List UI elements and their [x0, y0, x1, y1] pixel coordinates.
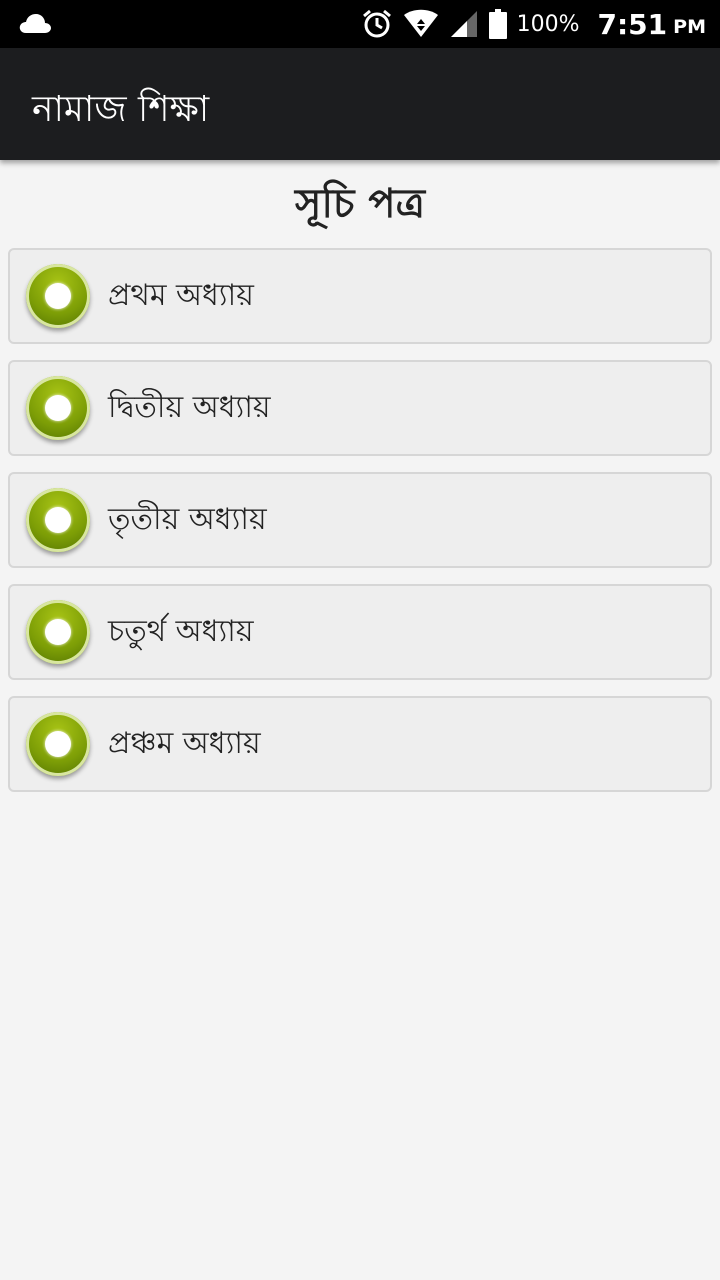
radio-bullet-icon — [26, 376, 90, 440]
chapter-item-2[interactable]: দ্বিতীয় অধ্যায় — [8, 360, 712, 456]
signal-icon — [449, 9, 479, 39]
chapter-label: তৃতীয় অধ্যায় — [108, 501, 267, 537]
chapter-item-1[interactable]: প্রথম অধ্যায় — [8, 248, 712, 344]
status-bar: 100% 7:51 PM — [0, 0, 720, 48]
chapter-item-4[interactable]: চতুর্থ অধ্যায় — [8, 584, 712, 680]
chapter-label: প্রঞ্চম অধ্যায় — [108, 725, 261, 761]
page-heading: সূচি পত্র — [295, 181, 425, 227]
chapter-list: প্রথম অধ্যায় দ্বিতীয় অধ্যায় তৃতীয় অধ… — [8, 248, 712, 808]
clock-time: 7:51 — [597, 7, 668, 41]
chapter-label: দ্বিতীয় অধ্যায় — [108, 389, 271, 425]
chapter-label: প্রথম অধ্যায় — [108, 277, 254, 313]
battery-percent: 100% — [516, 11, 580, 37]
radio-bullet-icon — [26, 712, 90, 776]
wifi-icon — [403, 9, 439, 39]
chapter-item-3[interactable]: তৃতীয় অধ্যায় — [8, 472, 712, 568]
main-content: সূচি পত্র প্রথম অধ্যায় দ্বিতীয় অধ্যায়… — [0, 160, 720, 792]
app-title: নামাজ শিক্ষা — [32, 89, 210, 130]
battery-icon — [488, 9, 507, 39]
chapter-label: চতুর্থ অধ্যায় — [108, 613, 254, 649]
radio-bullet-icon — [26, 264, 90, 328]
radio-bullet-icon — [26, 600, 90, 664]
radio-bullet-icon — [26, 488, 90, 552]
alarm-icon — [361, 8, 393, 40]
app-bar: নামাজ শিক্ষা — [0, 48, 720, 160]
cloud-icon — [18, 11, 52, 39]
chapter-item-5[interactable]: প্রঞ্চম অধ্যায় — [8, 696, 712, 792]
clock-ampm: PM — [673, 16, 706, 38]
